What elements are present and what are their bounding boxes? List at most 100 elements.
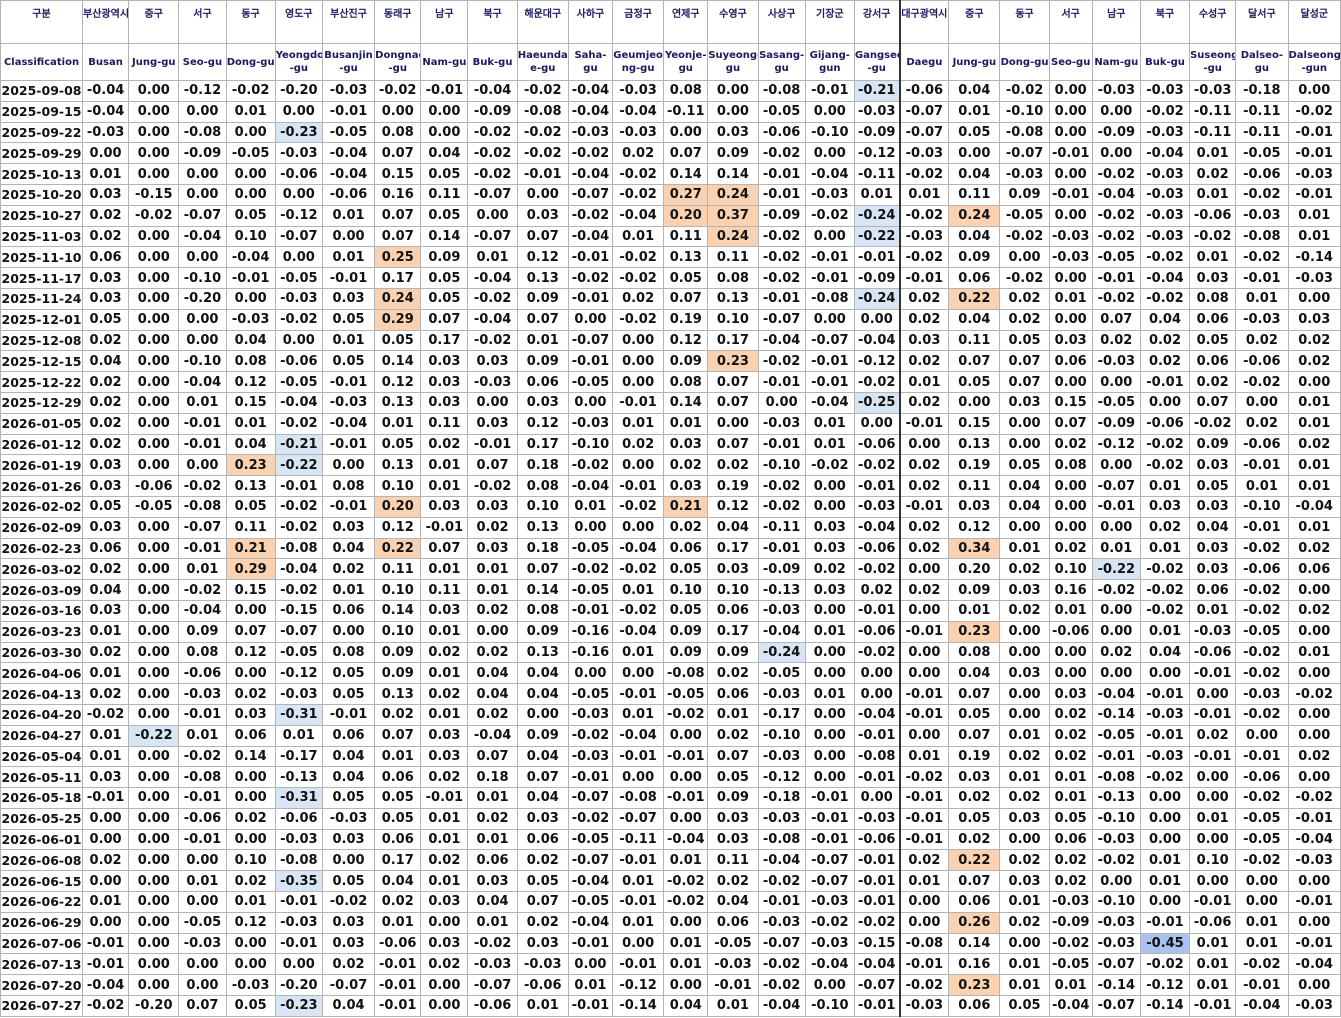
change-value: -0.01	[420, 787, 469, 809]
change-value: -0.06	[321, 183, 376, 206]
change-value: 0.05	[420, 163, 469, 185]
change-value: -0.04	[1091, 183, 1141, 206]
change-value: -0.01	[321, 433, 376, 456]
table-row: 2025-10-20 0.03 -0.15 0.00 0.00 0.00 -0.06 0.16…	[0, 183, 1341, 206]
change-value: 0.00	[567, 662, 613, 685]
change-value: -0.04	[82, 974, 130, 997]
change-value: 0.00	[225, 662, 276, 685]
change-value: -0.02	[1139, 287, 1191, 310]
change-value: 0.09	[516, 620, 569, 643]
change-value: 0.08	[663, 80, 709, 102]
change-value: 0.03	[420, 371, 469, 393]
change-value: 0.03	[420, 745, 469, 768]
change-value: 0.00	[178, 329, 227, 352]
change-value: 0.01	[999, 766, 1050, 789]
change-value: -0.05	[1235, 620, 1289, 643]
change-value: -0.07	[899, 100, 950, 123]
change-value: 0.02	[611, 142, 665, 165]
change-value: 0.07	[1189, 391, 1237, 414]
change-value: -0.01	[899, 807, 950, 830]
change-value: 0.00	[420, 911, 469, 934]
table-row: 2025-12-01 0.05 0.00 0.00 -0.03 -0.02 0.05 0.29…	[0, 308, 1341, 331]
change-value: 0.29	[225, 558, 276, 581]
change-value: 0.02	[999, 911, 1050, 934]
change-value: 0.01	[516, 995, 569, 1017]
change-value: -0.01	[178, 787, 227, 809]
change-value: -0.08	[274, 849, 323, 872]
change-value: 0.01	[611, 911, 665, 934]
change-value: 0.02	[899, 287, 950, 310]
change-value: 0.10	[707, 308, 759, 331]
change-value: 0.02	[611, 287, 665, 310]
change-value: -0.04	[804, 163, 855, 185]
change-value: 0.02	[1091, 329, 1141, 352]
table-row: 2026-07-06 -0.01 0.00 -0.03 0.00 -0.01 0.03 -0.…	[0, 932, 1341, 955]
change-value: 0.03	[1139, 495, 1191, 518]
change-value: 0.23	[707, 350, 759, 373]
change-value: -0.18	[757, 787, 806, 809]
change-value: 0.01	[1235, 911, 1289, 934]
change-value: 0.00	[1139, 391, 1191, 414]
change-value: 0.00	[128, 308, 180, 331]
change-value: -0.02	[1048, 932, 1093, 955]
row-date: 2026-03-23	[0, 620, 84, 643]
change-value: 0.08	[1048, 454, 1093, 477]
table-row: 2026-05-18 -0.01 0.00 -0.01 0.00 -0.31 0.05 0.0…	[0, 787, 1341, 809]
change-value: 0.05	[948, 371, 1001, 393]
change-value: 0.00	[225, 183, 276, 206]
change-value: -0.03	[274, 911, 323, 934]
change-value: 0.00	[178, 849, 227, 872]
change-value: -0.02	[1091, 163, 1141, 185]
change-value: -0.17	[757, 703, 806, 726]
change-value: -0.03	[274, 828, 323, 851]
change-value: 0.01	[420, 454, 469, 477]
row-date: 2025-11-24	[0, 287, 84, 310]
change-value: -0.21	[274, 433, 323, 456]
change-value: 0.02	[1287, 433, 1341, 456]
change-value: -0.12	[853, 142, 901, 165]
row-date: 2026-01-26	[0, 475, 84, 497]
row-date: 2026-05-18	[0, 787, 84, 809]
change-value: -0.11	[853, 163, 901, 185]
change-value: 0.03	[999, 391, 1050, 414]
change-value: 0.08	[321, 475, 376, 497]
change-value: 0.03	[1189, 537, 1237, 560]
change-value: 0.00	[1091, 454, 1141, 477]
change-value: 0.11	[948, 183, 1001, 206]
change-value: 0.00	[1287, 371, 1341, 393]
change-value: 0.01	[663, 932, 709, 955]
change-value: -0.01	[321, 371, 376, 393]
change-value: 0.07	[707, 391, 759, 414]
change-value: -0.04	[321, 412, 376, 435]
row-date: 2025-09-15	[0, 100, 84, 123]
change-value: -0.03	[178, 932, 227, 955]
change-value: 0.14	[948, 932, 1001, 955]
change-value: 0.00	[82, 828, 130, 851]
change-value: 0.05	[225, 995, 276, 1017]
change-value: 0.05	[1048, 807, 1093, 830]
change-value: -0.01	[899, 683, 950, 705]
change-value: 0.02	[1048, 724, 1093, 747]
change-value: -0.06	[1235, 350, 1289, 373]
table-row: 2025-10-27 0.02 -0.02 -0.07 0.05 -0.12 0.01 0.0…	[0, 204, 1341, 227]
change-value: -0.03	[274, 287, 323, 310]
change-value: -0.11	[1189, 100, 1237, 123]
change-value: -0.01	[899, 787, 950, 809]
change-value: -0.01	[1189, 703, 1237, 726]
change-value: -0.04	[567, 100, 613, 123]
change-value: -0.01	[1287, 142, 1341, 165]
change-value: 0.01	[467, 246, 518, 269]
change-value: -0.02	[1235, 537, 1289, 560]
row-date: 2025-10-13	[0, 163, 84, 185]
change-value: 0.03	[321, 932, 376, 955]
header-region-en: Dalseo- gu	[1235, 43, 1289, 81]
change-value: 0.07	[707, 745, 759, 768]
change-value: -0.01	[853, 599, 901, 622]
change-value: 0.04	[321, 745, 376, 768]
change-value: -0.03	[82, 121, 130, 144]
change-value: 0.04	[321, 537, 376, 560]
change-value: -0.03	[757, 911, 806, 934]
header-region-ko: 남구	[420, 0, 469, 44]
row-date: 2026-04-27	[0, 724, 84, 747]
change-value: -0.02	[1235, 641, 1289, 664]
